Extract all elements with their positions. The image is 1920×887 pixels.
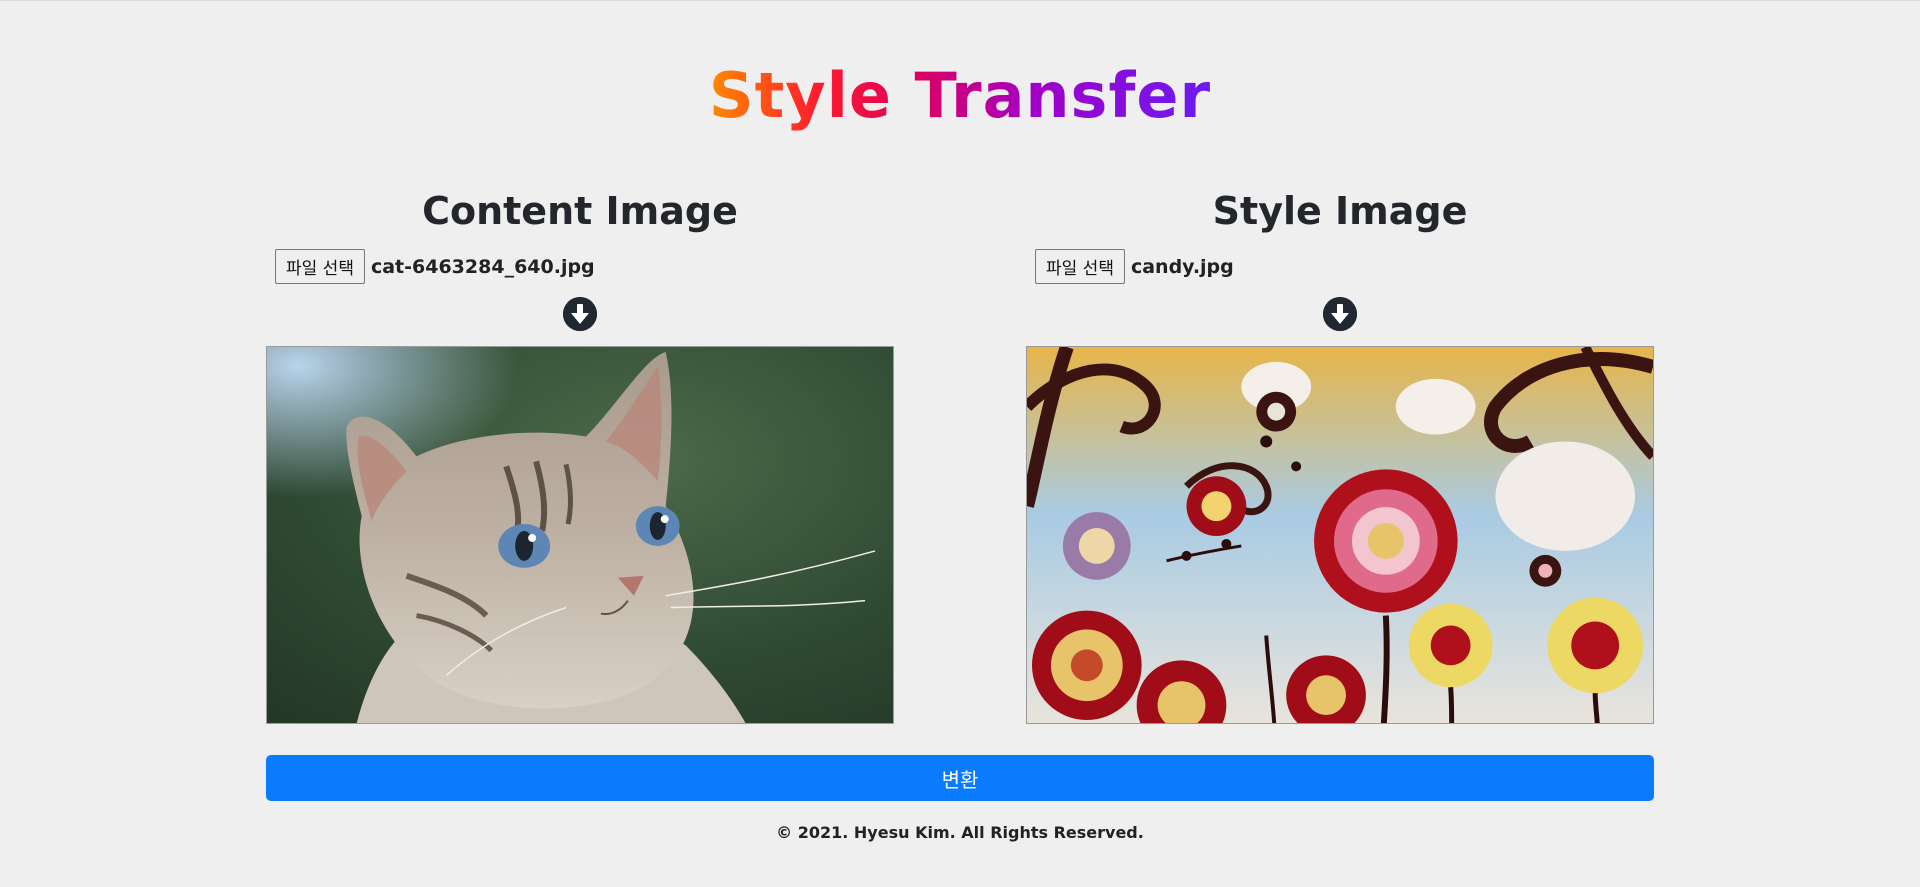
arrow-down-circle-icon (1323, 297, 1357, 331)
content-image-heading: Content Image (422, 189, 738, 233)
style-file-input[interactable]: 파일 선택 candy.jpg (1035, 248, 1234, 285)
content-image-preview (266, 346, 894, 724)
candy-painting (1027, 347, 1653, 723)
footer-copyright: © 2021. Hyesu Kim. All Rights Reserved. (776, 823, 1144, 842)
arrow-down-circle-icon (563, 297, 597, 331)
style-image-preview (1026, 346, 1654, 724)
content-file-input[interactable]: 파일 선택 cat-6463284_640.jpg (275, 248, 595, 285)
style-file-name: candy.jpg (1130, 255, 1234, 278)
page: Style Transfer Content Image 파일 선택 cat-6… (0, 0, 1920, 887)
cat-photo (267, 347, 893, 723)
content-file-choose-button[interactable]: 파일 선택 (275, 249, 365, 284)
style-file-choose-button[interactable]: 파일 선택 (1035, 249, 1125, 284)
content-file-name: cat-6463284_640.jpg (370, 255, 595, 278)
page-title: Style Transfer (0, 59, 1920, 132)
style-image-heading: Style Image (1212, 189, 1468, 233)
convert-button[interactable]: 변환 (266, 755, 1654, 801)
page-title-text: Style Transfer (708, 59, 1212, 132)
